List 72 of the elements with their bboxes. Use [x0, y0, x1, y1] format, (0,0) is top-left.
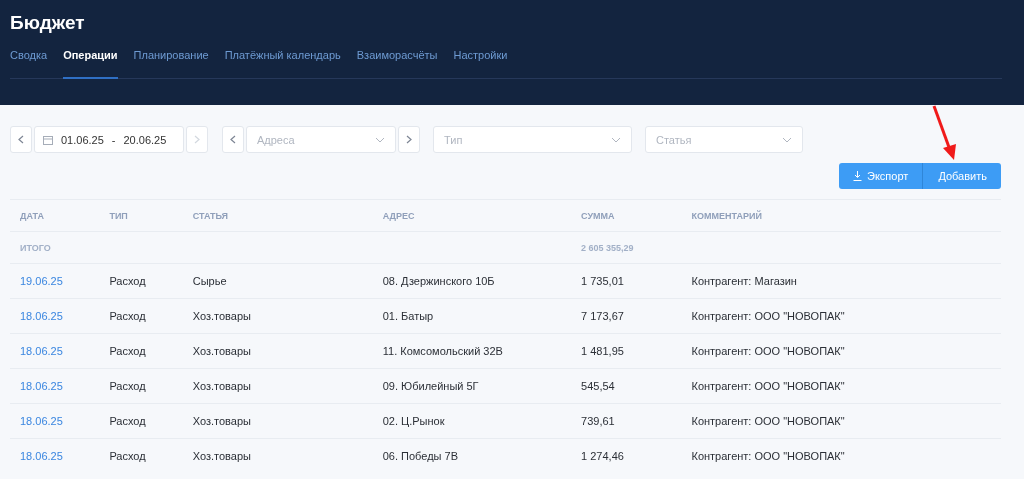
table-cell: Расход	[99, 403, 183, 439]
nav-tab[interactable]: Сводка	[10, 49, 48, 79]
download-icon	[853, 171, 863, 181]
date-link[interactable]: 18.06.25	[20, 380, 63, 392]
column-header: КОММЕНТАРИЙ	[681, 199, 1001, 232]
add-button[interactable]: Добавить	[923, 163, 1001, 189]
table-cell: 739,61	[571, 403, 682, 439]
table-cell: 06. Победы 7В	[372, 438, 572, 473]
date-separator: -	[111, 133, 116, 146]
table-cell: Расход	[99, 263, 183, 299]
chevron-left-icon	[18, 135, 24, 144]
table-cell: Хоз.товары	[182, 333, 373, 369]
total-sum: 2 605 355,29	[571, 231, 682, 264]
date-from: 01.06.25	[61, 133, 104, 146]
table-cell: Хоз.товары	[182, 438, 373, 473]
date-to: 20.06.25	[123, 133, 167, 146]
nav-tab[interactable]: Операции	[63, 49, 118, 79]
nav-tab[interactable]: Настройки	[453, 49, 508, 79]
table-cell: Хоз.товары	[182, 403, 373, 439]
table-cell: Контрагент: ООО "НОВОПАК"	[681, 438, 1001, 473]
date-link[interactable]: 18.06.25	[20, 415, 63, 427]
table-cell: Контрагент: ООО "НОВОПАК"	[681, 333, 1001, 369]
nav-tab[interactable]: Планирование	[133, 49, 209, 79]
total-label: ИТОГО	[10, 231, 100, 264]
address-dropdown[interactable]: Адреса	[246, 126, 396, 153]
caret-icon	[375, 136, 385, 143]
table-cell: 1 274,46	[571, 438, 682, 473]
chevron-right-icon	[194, 135, 200, 144]
date-link[interactable]: 19.06.25	[20, 275, 63, 287]
table-cell: Хоз.товары	[182, 368, 373, 404]
table-cell: 1 481,95	[571, 333, 682, 369]
page-title: Бюджет	[10, 12, 85, 34]
table-cell: Сырье	[182, 263, 373, 299]
table-cell: 02. Ц.Рынок	[372, 403, 572, 439]
nav-tab[interactable]: Платёжный календарь	[224, 49, 341, 79]
previous-address-button[interactable]	[222, 126, 244, 153]
table-cell: 09. Юбилейный 5Г	[372, 368, 572, 404]
column-header: ТИП	[99, 199, 183, 232]
table-cell: Расход	[99, 333, 183, 369]
caret-icon	[782, 136, 792, 143]
table-cell: Контрагент: Магазин	[681, 263, 1001, 299]
table-cell: Расход	[99, 368, 183, 404]
calendar-icon	[43, 134, 53, 145]
chevron-left-icon	[230, 135, 236, 144]
type-dropdown[interactable]: Тип	[433, 126, 632, 153]
table-cell: 01. Батыр	[372, 298, 572, 334]
table-cell: 7 173,67	[571, 298, 682, 334]
column-header: АДРЕС	[372, 199, 572, 232]
date-range-field[interactable]: 01.06.25 - 20.06.25	[34, 126, 184, 153]
table-cell: 1 735,01	[571, 263, 682, 299]
table-cell: Хоз.товары	[182, 298, 373, 334]
next-address-button[interactable]	[398, 126, 420, 153]
table-cell: 11. Комсомольский 32В	[372, 333, 572, 369]
date-link[interactable]: 18.06.25	[20, 310, 63, 322]
article-dropdown[interactable]: Статья	[645, 126, 803, 153]
table-cell: Контрагент: ООО "НОВОПАК"	[681, 403, 1001, 439]
table-cell: Расход	[99, 298, 183, 334]
nav-tab[interactable]: Взаиморасчёты	[356, 49, 438, 79]
chevron-right-icon	[406, 135, 412, 144]
column-header: ДАТА	[10, 199, 100, 232]
table-cell: 545,54	[571, 368, 682, 404]
table-cell: Контрагент: ООО "НОВОПАК"	[681, 368, 1001, 404]
date-link[interactable]: 18.06.25	[20, 450, 63, 462]
export-button[interactable]: Экспорт	[839, 163, 924, 189]
column-header: СТАТЬЯ	[182, 199, 373, 232]
table-cell: Контрагент: ООО "НОВОПАК"	[681, 298, 1001, 334]
previous-period-button[interactable]	[10, 126, 32, 153]
column-header: СУММА	[571, 199, 682, 232]
table-cell: 08. Дзержинского 10Б	[372, 263, 572, 299]
caret-icon	[611, 136, 621, 143]
table-cell: Расход	[99, 438, 183, 473]
date-link[interactable]: 18.06.25	[20, 345, 63, 357]
